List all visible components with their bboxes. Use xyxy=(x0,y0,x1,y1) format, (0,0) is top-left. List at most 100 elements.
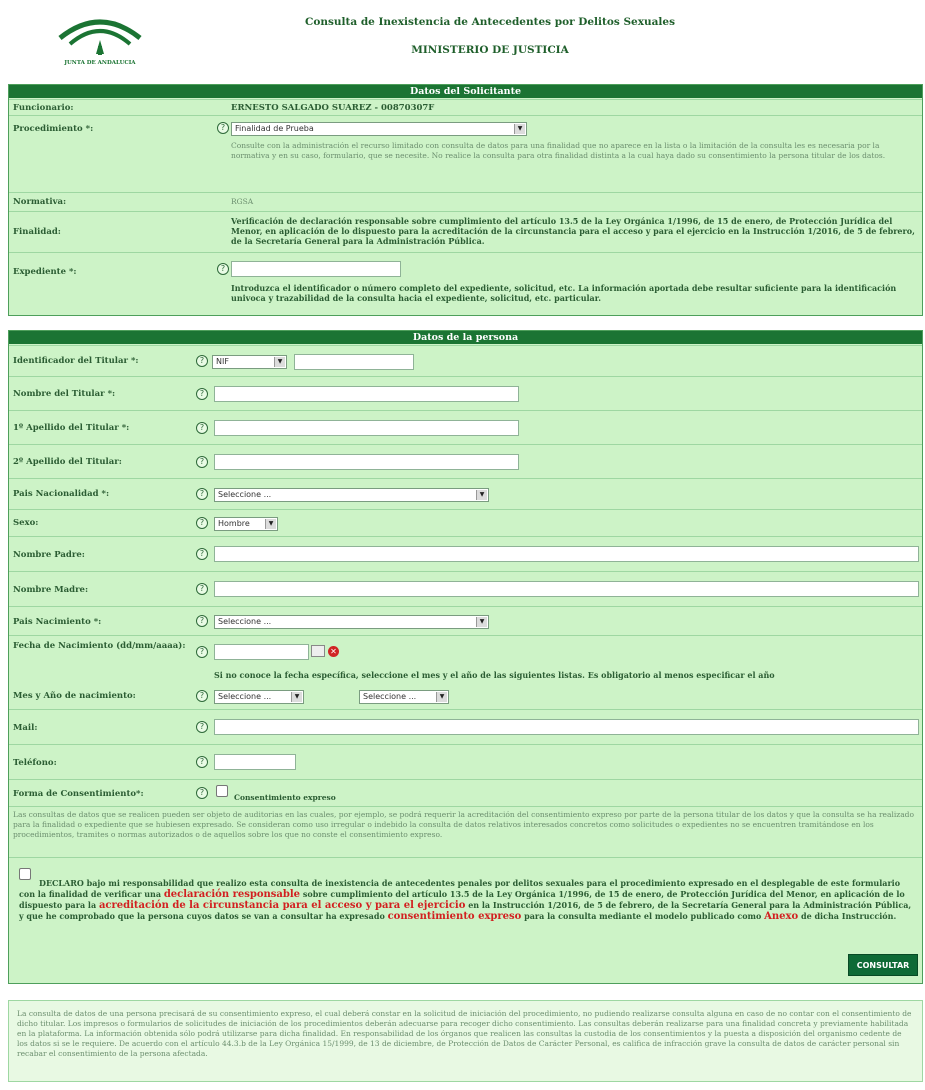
declaro-highlight: declaración responsable xyxy=(163,889,301,900)
finalidad-row: Finalidad: Verificación de declaración r… xyxy=(9,211,922,252)
help-icon[interactable]: ? xyxy=(196,721,208,733)
funcionario-value: ERNESTO SALGADO SUAREZ - 00870307F xyxy=(231,103,435,113)
help-icon[interactable]: ? xyxy=(196,488,208,500)
pais-nacimiento-select[interactable]: Seleccione ... ▼ xyxy=(214,615,489,629)
chevron-down-icon: ▼ xyxy=(514,124,525,134)
mes-anio-row: Mes y Año de nacimiento: ? Seleccione ..… xyxy=(9,684,922,708)
madre-row: Nombre Madre: ? xyxy=(9,571,922,606)
persona-heading: Datos de la persona xyxy=(9,331,922,344)
id-number-input[interactable] xyxy=(294,354,414,370)
identificador-label: Identificador del Titular *: xyxy=(13,356,139,366)
consentimiento-checkbox[interactable] xyxy=(216,785,228,797)
pais-nacionalidad-select[interactable]: Seleccione ... ▼ xyxy=(214,488,489,502)
help-icon[interactable]: ? xyxy=(196,787,208,799)
help-icon[interactable]: ? xyxy=(196,756,208,768)
expediente-row: Expediente *: ? Introduzca el identifica… xyxy=(9,252,922,317)
apellido2-label: 2º Apellido del Titular: xyxy=(13,457,122,467)
expediente-label: Expediente *: xyxy=(13,267,77,277)
expediente-input[interactable] xyxy=(231,261,401,277)
nombre-row: Nombre del Titular *: ? xyxy=(9,376,922,410)
help-icon[interactable]: ? xyxy=(196,388,208,400)
chevron-down-icon: ▼ xyxy=(274,357,285,367)
chevron-down-icon: ▼ xyxy=(265,519,276,529)
identificador-row: Identificador del Titular *: ? NIF ▼ xyxy=(9,345,922,376)
help-icon[interactable]: ? xyxy=(196,517,208,529)
apellido1-input[interactable] xyxy=(214,420,519,436)
solicitante-panel: Datos del Solicitante Funcionario: ERNES… xyxy=(8,84,923,316)
fecha-label: Fecha de Nacimiento (dd/mm/aaaa): xyxy=(13,641,186,651)
apellido2-input[interactable] xyxy=(214,454,519,470)
chevron-down-icon: ▼ xyxy=(436,692,447,702)
apellido1-label: 1º Apellido del Titular *: xyxy=(13,423,130,433)
declaro-highlight: Anexo xyxy=(764,911,799,922)
procedimiento-row: Procedimiento *: ? Finalidad de Prueba ▼… xyxy=(9,115,922,192)
id-type-select[interactable]: NIF ▼ xyxy=(212,355,287,369)
help-icon[interactable]: ? xyxy=(196,548,208,560)
mes-select[interactable]: Seleccione ... ▼ xyxy=(214,690,304,704)
telefono-label: Teléfono: xyxy=(13,758,57,768)
procedimiento-value: Finalidad de Prueba xyxy=(235,124,314,133)
id-type-value: NIF xyxy=(216,357,229,366)
chevron-down-icon: ▼ xyxy=(476,617,487,627)
normativa-row: Normativa: RGSA xyxy=(9,192,922,211)
fecha-note: Si no conoce la fecha específica, selecc… xyxy=(214,670,775,680)
declaro-text: DECLARO bajo mi responsabilidad que real… xyxy=(19,878,914,922)
mail-input[interactable] xyxy=(214,719,919,735)
declaro-end: de dicha Instrucción. xyxy=(800,911,897,921)
consentimiento-label: Consentimiento expreso xyxy=(234,793,336,802)
nombre-input[interactable] xyxy=(214,386,519,402)
help-icon[interactable]: ? xyxy=(196,422,208,434)
padre-input[interactable] xyxy=(214,546,919,562)
help-icon[interactable]: ? xyxy=(217,263,229,275)
submit-row: CONSULTAR xyxy=(9,948,922,984)
normativa-label: Normativa: xyxy=(13,197,67,207)
apellido1-row: 1º Apellido del Titular *: ? xyxy=(9,410,922,444)
forma-label: Forma de Consentimiento*: xyxy=(13,789,144,799)
declaro-highlight: consentimiento expreso xyxy=(387,911,522,922)
footer-text: La consulta de datos de una persona prec… xyxy=(17,1009,912,1058)
sexo-row: Sexo: ? Hombre ▼ xyxy=(9,509,922,536)
procedimiento-note: Consulte con la administración el recurs… xyxy=(231,141,886,160)
calendar-icon[interactable] xyxy=(311,645,325,657)
consultar-button[interactable]: CONSULTAR xyxy=(848,954,918,976)
pais-nacionalidad-value: Seleccione ... xyxy=(218,490,272,499)
page-subtitle: MINISTERIO DE JUSTICIA xyxy=(411,44,569,56)
audit-note: Las consultas de datos que se realicen p… xyxy=(13,810,914,839)
anio-select[interactable]: Seleccione ... ▼ xyxy=(359,690,449,704)
funcionario-row: Funcionario: ERNESTO SALGADO SUAREZ - 00… xyxy=(9,99,922,115)
padre-label: Nombre Padre: xyxy=(13,550,85,560)
apellido2-row: 2º Apellido del Titular: ? xyxy=(9,444,922,478)
pais-nacionalidad-label: Pais Nacionalidad *: xyxy=(13,489,110,499)
help-icon[interactable]: ? xyxy=(196,355,208,367)
help-icon[interactable]: ? xyxy=(196,690,208,702)
help-icon[interactable]: ? xyxy=(196,456,208,468)
chevron-down-icon: ▼ xyxy=(291,692,302,702)
help-icon[interactable]: ? xyxy=(217,122,229,134)
forma-row: Forma de Consentimiento*: ? Consentimien… xyxy=(9,779,922,806)
declaro-highlight: acreditación de la circunstancia para el… xyxy=(98,900,466,911)
finalidad-label: Finalidad: xyxy=(13,227,61,237)
declaro-row: DECLARO bajo mi responsabilidad que real… xyxy=(9,857,922,948)
sexo-select[interactable]: Hombre ▼ xyxy=(214,517,278,531)
persona-panel: Datos de la persona Identificador del Ti… xyxy=(8,330,923,984)
help-icon[interactable]: ? xyxy=(196,615,208,627)
procedimiento-select[interactable]: Finalidad de Prueba ▼ xyxy=(231,122,527,136)
expediente-note: Introduzca el identificador o número com… xyxy=(231,283,897,303)
audit-row: Las consultas de datos que se realicen p… xyxy=(9,806,922,857)
logo-text: JUNTA DE ANDALUCIA xyxy=(64,60,136,66)
procedimiento-label: Procedimiento *: xyxy=(13,124,94,134)
telefono-input[interactable] xyxy=(214,754,296,770)
page-header: JUNTA DE ANDALUCIA Consulta de Inexisten… xyxy=(0,0,925,78)
mail-row: Mail: ? xyxy=(9,709,922,744)
fecha-input[interactable] xyxy=(214,644,309,660)
sexo-value: Hombre xyxy=(218,519,250,528)
pais-nacimiento-label: Pais Nacimiento *: xyxy=(13,617,102,627)
fecha-row: Fecha de Nacimiento (dd/mm/aaaa): ? ✕ Si… xyxy=(9,635,922,684)
help-icon[interactable]: ? xyxy=(196,646,208,658)
mail-label: Mail: xyxy=(13,723,38,733)
madre-input[interactable] xyxy=(214,581,919,597)
clear-icon[interactable]: ✕ xyxy=(328,646,339,657)
footer-notice: La consulta de datos de una persona prec… xyxy=(8,1000,923,1082)
pais-nacimiento-value: Seleccione ... xyxy=(218,617,272,626)
help-icon[interactable]: ? xyxy=(196,583,208,595)
